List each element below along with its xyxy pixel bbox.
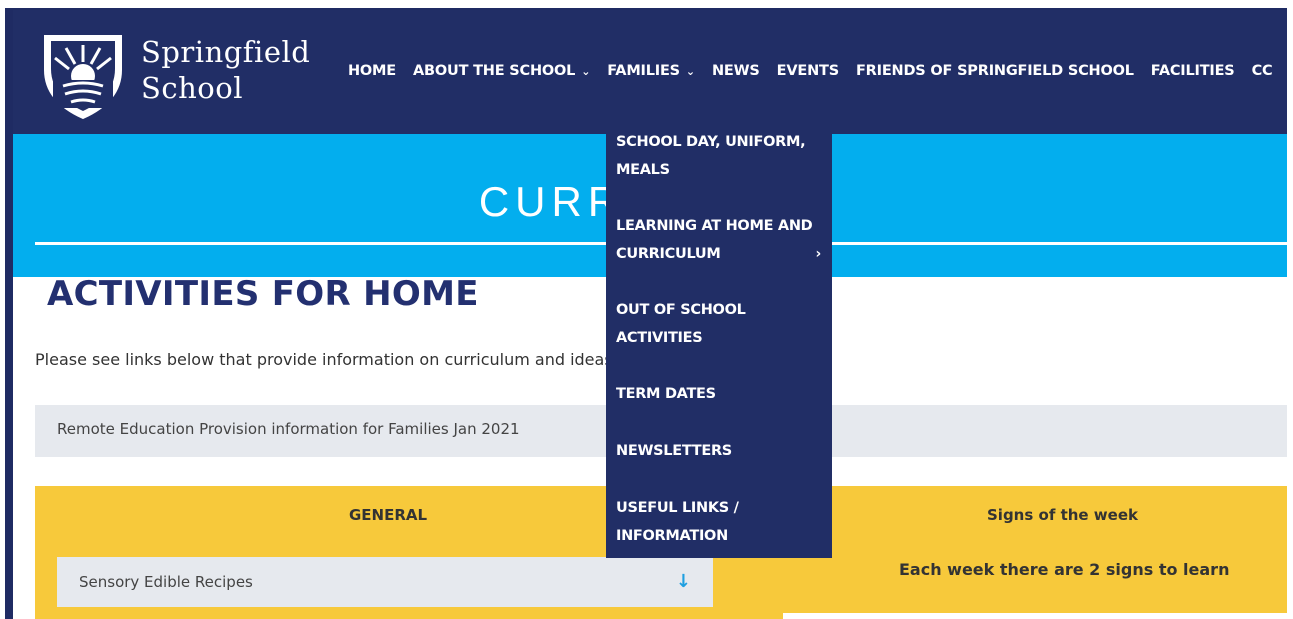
dropdown-item-school-day[interactable]: SCHOOL DAY, UNIFORM, MEALS xyxy=(616,128,821,184)
nav-about-the-school[interactable]: ABOUT THE SCHOOL ⌄ xyxy=(413,63,590,79)
sensory-recipes-accordion[interactable]: Sensory Edible Recipes ↓ xyxy=(57,557,713,607)
dropdown-item-learning-label: LEARNING AT HOME AND CURRICULUM xyxy=(616,218,813,262)
arrow-down-icon: ↓ xyxy=(675,571,691,592)
chevron-right-icon: › xyxy=(815,246,822,262)
school-crest-logo[interactable] xyxy=(35,24,131,120)
accordion-label: Sensory Edible Recipes xyxy=(79,573,253,591)
nav-about-label: ABOUT THE SCHOOL xyxy=(413,63,576,79)
school-name-line1: Springfield xyxy=(141,35,311,69)
chevron-down-icon: ⌄ xyxy=(581,64,591,78)
chevron-down-icon: ⌄ xyxy=(685,64,695,78)
families-dropdown-menu: SCHOOL DAY, UNIFORM, MEALS LEARNING AT H… xyxy=(606,126,832,558)
nav-friends[interactable]: FRIENDS OF SPRINGFIELD SCHOOL xyxy=(856,63,1134,79)
page-title: ACTIVITIES FOR HOME xyxy=(47,274,479,314)
nav-families[interactable]: FAMILIES ⌄ xyxy=(607,63,695,79)
signs-subtitle: Each week there are 2 signs to learn xyxy=(899,560,1230,579)
school-name[interactable]: Springfield School xyxy=(141,34,310,106)
nav-events[interactable]: EVENTS xyxy=(777,63,840,79)
general-heading: GENERAL xyxy=(349,506,428,524)
dropdown-item-useful-links[interactable]: USEFUL LINKS / INFORMATION xyxy=(616,494,821,550)
signs-heading: Signs of the week xyxy=(987,506,1138,524)
signs-content-box xyxy=(783,613,1287,619)
dropdown-item-learning-at-home[interactable]: LEARNING AT HOME AND CURRICULUM › xyxy=(616,212,821,268)
browser-viewport: Springfield School HOME ABOUT THE SCHOOL… xyxy=(5,8,1287,619)
nav-facilities[interactable]: FACILITIES xyxy=(1151,63,1235,79)
nav-home[interactable]: HOME xyxy=(348,63,396,79)
nav-contact[interactable]: CC xyxy=(1252,63,1273,79)
nav-news[interactable]: NEWS xyxy=(712,63,760,79)
dropdown-item-newsletters[interactable]: NEWSLETTERS xyxy=(616,437,821,465)
nav-families-label: FAMILIES xyxy=(607,63,680,79)
main-navigation: HOME ABOUT THE SCHOOL ⌄ FAMILIES ⌄ NEWS … xyxy=(348,63,1287,79)
dropdown-item-term-dates[interactable]: TERM DATES xyxy=(616,380,821,408)
school-name-line2: School xyxy=(141,71,243,105)
dropdown-item-out-of-school[interactable]: OUT OF SCHOOL ACTIVITIES xyxy=(616,296,821,352)
site-header: Springfield School HOME ABOUT THE SCHOOL… xyxy=(13,10,1287,134)
